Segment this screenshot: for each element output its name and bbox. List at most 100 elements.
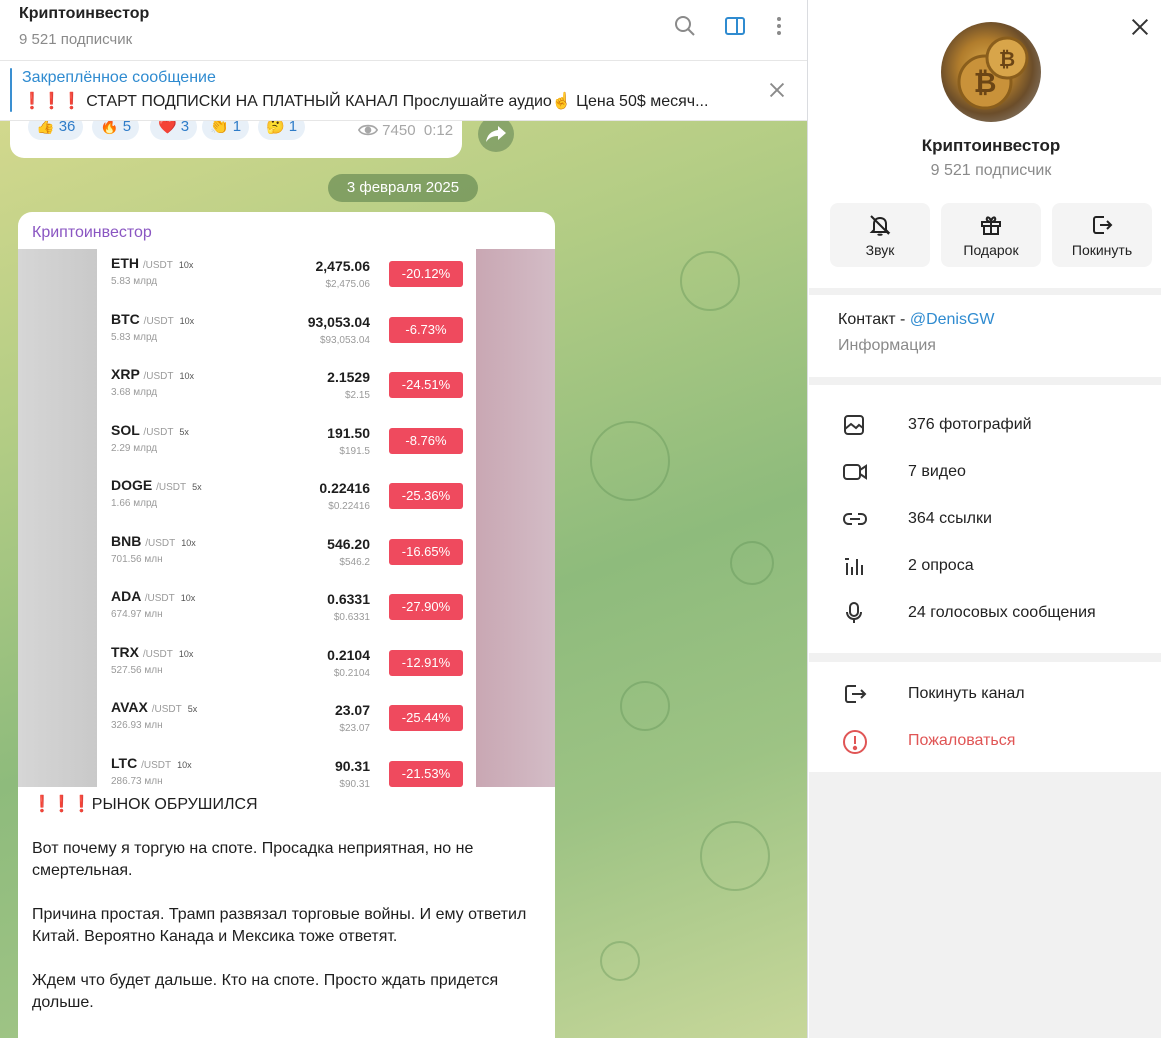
gift-icon [981,216,1001,235]
chat-header[interactable]: Криптоинвестор 9 521 подписчик [0,0,807,61]
table-row: SOL /USDT 5x 2.29 млрд 191.50 $191.5 -8.76% [97,417,476,472]
ticker-pair: /USDT [142,260,173,271]
reaction-emoji: 🔥 [100,121,119,135]
price: 93,053.04 [307,313,370,330]
change-badge: -25.36% [389,483,463,509]
ticker: DOGE /USDT 5x [111,477,202,493]
chat-column: Криптоинвестор 9 521 подписчик Закреплён… [0,0,808,1038]
price-usd: $191.5 [339,445,370,457]
table-row: XRP /USDT 10x 3.68 млрд 2.1529 $2.15 -24.51% [97,361,476,416]
post-paragraph: Причина простая. Трамп развязал торговые… [32,906,527,945]
ticker: BTC /USDT 10x [111,311,194,327]
price: 0.6331 [327,591,370,607]
reaction-emoji: 🤔 [266,121,285,135]
price: 546.20 [327,535,370,552]
leave-channel-button[interactable]: Покинуть канал [809,670,1161,717]
post-author: Криптоинвестор [32,224,152,241]
reaction-emoji: 👍 [36,121,55,135]
blurred-edge-left [18,249,97,787]
change-badge: -24.51% [389,372,463,398]
price-usd: $0.6331 [333,612,370,623]
close-icon[interactable] [1129,16,1151,38]
audio-duration: 0:12 [423,122,454,139]
profile-header: ₿ ₿ Криптоинвестор 9 521 подписчик Звук … [809,0,1161,288]
gift-button[interactable]: Подарок [941,203,1041,267]
panel-toggle-icon[interactable] [723,14,747,38]
post-paragraph: Ждем что будет дальше. Кто на споте. Про… [32,972,499,1011]
media-photos[interactable]: 376 фотографий [809,401,1161,448]
reaction-chip[interactable]: ❤️ 3 [150,121,198,140]
reaction-chip[interactable]: 👏 1 [202,121,250,140]
reaction-chip[interactable]: 🔥 5 [92,121,140,140]
contact-link[interactable]: @DenisGW [910,311,995,328]
volume: 3.68 млрд [111,387,158,398]
pinned-message[interactable]: Закреплённое сообщение ❗❗❗ СТАРТ ПОДПИСК… [0,61,807,121]
ticker-pair: /USDT [143,315,174,327]
price: 0.22416 [319,480,370,496]
media-links[interactable]: 364 ссылки [809,495,1161,542]
price-usd: $0.2104 [333,667,370,679]
change-badge: -21.53% [389,760,463,787]
price-usd: $93,053.04 [319,334,370,346]
reaction-chip[interactable]: 👍 36 [28,121,84,140]
media-photos-label: 376 фотографий [908,416,1032,433]
pinned-indicator [10,68,12,112]
share-arrow-icon [486,126,506,142]
price-usd: $23.07 [339,723,370,734]
table-row: LTC /USDT 10x 286.73 млн 90.31 $90.31 -21.53% [97,750,476,787]
info-label: Информация [838,337,936,354]
volume: 1.66 млрд [111,498,158,509]
avatar[interactable]: ₿ ₿ [941,22,1041,122]
change-badge: -20.12% [389,261,463,287]
ticker-symbol: ETH [111,255,139,271]
volume: 2.29 млрд [111,442,158,454]
report-button[interactable]: Пожаловаться [809,717,1161,764]
ticker-pair: /USDT [143,371,174,382]
ticker-symbol: SOL [111,421,140,438]
reaction-count: 36 [58,121,76,135]
contact-prefix: Контакт - [838,311,910,328]
channel-actions: Покинуть канал Пожаловаться [809,662,1161,772]
ticker-symbol: ADA [111,588,141,604]
post-image[interactable]: ETH /USDT 10x 5.83 млрд 2,475.06 $2,475.06 -2… [18,249,555,787]
close-icon[interactable] [766,79,788,101]
share-button[interactable] [478,121,514,152]
media-videos[interactable]: 7 видео [809,448,1161,495]
leverage: 10x [178,648,194,659]
volume: 5.83 млрд [111,276,158,287]
alert-icon [843,730,867,754]
channel-post[interactable]: Криптоинвестор ETH /USDT 10x 5.83 млрд 2,47… [18,212,555,1038]
media-links-label: 364 ссылки [908,510,992,527]
media-voice[interactable]: 24 голосовых сообщения [809,589,1161,636]
search-icon[interactable] [673,14,697,38]
ticker: LTC /USDT 10x [111,755,192,771]
leave-button[interactable]: Покинуть [1052,203,1152,267]
leave-icon [1093,216,1113,234]
view-count: 7450 [382,122,416,139]
more-vertical-icon[interactable] [767,14,791,38]
change-badge: -6.73% [389,316,463,343]
volume: 701.56 млн [111,553,163,565]
reaction-count: 5 [122,121,132,135]
change-badge: -16.65% [389,538,463,565]
reaction-chip[interactable]: 🤔 1 [258,121,306,140]
ticker-pair: /USDT [144,593,175,604]
leverage: 10x [179,315,195,326]
change-badge: -27.90% [389,594,463,620]
ticker-pair: /USDT [141,759,172,771]
post-paragraph: Вот почему я торгую на споте. Просадка н… [32,840,474,879]
microphone-icon [846,602,862,623]
volume: 674.97 млн [111,609,163,620]
volume: 326.93 млн [111,720,163,731]
ticker: AVAX /USDT 5x [111,699,197,715]
change-badge: -8.76% [389,427,463,454]
leave-channel-label: Покинуть канал [908,685,1025,702]
mute-button[interactable]: Звук [830,203,930,267]
media-videos-label: 7 видео [908,463,966,480]
ticker: TRX /USDT 10x [111,644,193,660]
change-badge: -25.44% [389,705,463,731]
svg-text:₿: ₿ [974,66,997,99]
report-label: Пожаловаться [908,732,1016,749]
media-polls[interactable]: 2 опроса [809,542,1161,589]
eye-icon [357,124,379,136]
